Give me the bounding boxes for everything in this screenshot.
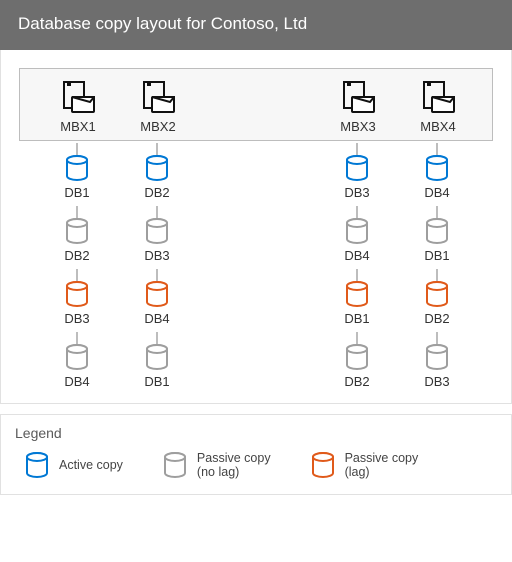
db-column-mbx3: DB3 DB4 DB1 DB2 xyxy=(317,141,397,393)
connector-line xyxy=(436,269,438,281)
server-mbx3: MBX3 xyxy=(318,79,398,134)
database-copy: DB4 xyxy=(144,269,169,330)
connector-line xyxy=(436,332,438,344)
database-copy: DB4 xyxy=(64,332,89,393)
diagram: MBX1 MBX2 MBX3 MBX4 xyxy=(0,50,512,404)
legend-passive-nolag: Passive copy(no lag) xyxy=(163,451,271,480)
connector-line xyxy=(356,332,358,344)
connector-line xyxy=(156,206,158,218)
db-column-mbx1: DB1 DB2 DB3 DB4 xyxy=(37,141,117,393)
database-label: DB4 xyxy=(64,374,89,389)
database-icon xyxy=(145,344,169,370)
database-label: DB1 xyxy=(64,185,89,200)
server-mbx4: MBX4 xyxy=(398,79,478,134)
server-label: MBX1 xyxy=(60,119,95,134)
database-label: DB4 xyxy=(344,248,369,263)
connector-line xyxy=(436,206,438,218)
database-label: DB2 xyxy=(344,374,369,389)
database-icon xyxy=(65,155,89,181)
database-label: DB2 xyxy=(64,248,89,263)
database-icon xyxy=(345,281,369,307)
connector-line xyxy=(76,332,78,344)
database-icon xyxy=(163,452,187,478)
database-label: DB1 xyxy=(344,311,369,326)
database-copy: DB3 xyxy=(344,143,369,204)
database-copy: DB1 xyxy=(424,206,449,267)
database-icon xyxy=(145,281,169,307)
database-icon xyxy=(345,155,369,181)
database-icon xyxy=(425,155,449,181)
database-label: DB4 xyxy=(144,311,169,326)
database-grid: DB1 DB2 DB3 DB4 DB2 xyxy=(19,141,493,393)
server-mbx2: MBX2 xyxy=(118,79,198,134)
database-copy: DB4 xyxy=(424,143,449,204)
database-copy: DB2 xyxy=(344,332,369,393)
server-icon xyxy=(341,79,375,113)
database-copy: DB1 xyxy=(344,269,369,330)
database-copy: DB3 xyxy=(64,269,89,330)
database-icon xyxy=(425,344,449,370)
connector-line xyxy=(356,143,358,155)
database-icon xyxy=(65,218,89,244)
legend-label: Passive copy(lag) xyxy=(345,451,419,480)
database-label: DB3 xyxy=(344,185,369,200)
server-label: MBX3 xyxy=(340,119,375,134)
database-label: DB3 xyxy=(424,374,449,389)
server-row: MBX1 MBX2 MBX3 MBX4 xyxy=(19,68,493,141)
database-copy: DB3 xyxy=(424,332,449,393)
database-copy: DB1 xyxy=(144,332,169,393)
database-copy: DB2 xyxy=(144,143,169,204)
database-icon xyxy=(425,281,449,307)
database-copy: DB2 xyxy=(64,206,89,267)
server-label: MBX2 xyxy=(140,119,175,134)
database-label: DB1 xyxy=(424,248,449,263)
database-copy: DB2 xyxy=(424,269,449,330)
connector-line xyxy=(356,206,358,218)
database-label: DB2 xyxy=(144,185,169,200)
database-icon xyxy=(425,218,449,244)
database-copy: DB4 xyxy=(344,206,369,267)
legend-label: Active copy xyxy=(59,458,123,472)
server-label: MBX4 xyxy=(420,119,455,134)
connector-line xyxy=(76,206,78,218)
database-copy: DB3 xyxy=(144,206,169,267)
database-icon xyxy=(25,452,49,478)
db-column-mbx2: DB2 DB3 DB4 DB1 xyxy=(117,141,197,393)
database-icon xyxy=(345,344,369,370)
legend-passive-lag: Passive copy(lag) xyxy=(311,451,419,480)
legend: Legend Active copy Passive copy(no lag) … xyxy=(0,414,512,495)
server-mbx1: MBX1 xyxy=(38,79,118,134)
connector-line xyxy=(156,269,158,281)
database-icon xyxy=(65,281,89,307)
connector-line xyxy=(76,269,78,281)
server-icon xyxy=(141,79,175,113)
legend-active: Active copy xyxy=(25,452,123,478)
database-label: DB3 xyxy=(64,311,89,326)
connector-line xyxy=(436,143,438,155)
connector-line xyxy=(156,332,158,344)
database-icon xyxy=(345,218,369,244)
database-icon xyxy=(311,452,335,478)
database-copy: DB1 xyxy=(64,143,89,204)
database-label: DB2 xyxy=(424,311,449,326)
server-icon xyxy=(61,79,95,113)
db-column-mbx4: DB4 DB1 DB2 DB3 xyxy=(397,141,477,393)
connector-line xyxy=(356,269,358,281)
connector-line xyxy=(76,143,78,155)
server-icon xyxy=(421,79,455,113)
page-title: Database copy layout for Contoso, Ltd xyxy=(0,0,512,50)
database-label: DB3 xyxy=(144,248,169,263)
legend-label: Passive copy(no lag) xyxy=(197,451,271,480)
connector-line xyxy=(156,143,158,155)
database-icon xyxy=(145,218,169,244)
database-icon xyxy=(145,155,169,181)
database-label: DB1 xyxy=(144,374,169,389)
legend-title: Legend xyxy=(15,425,497,441)
database-label: DB4 xyxy=(424,185,449,200)
database-icon xyxy=(65,344,89,370)
